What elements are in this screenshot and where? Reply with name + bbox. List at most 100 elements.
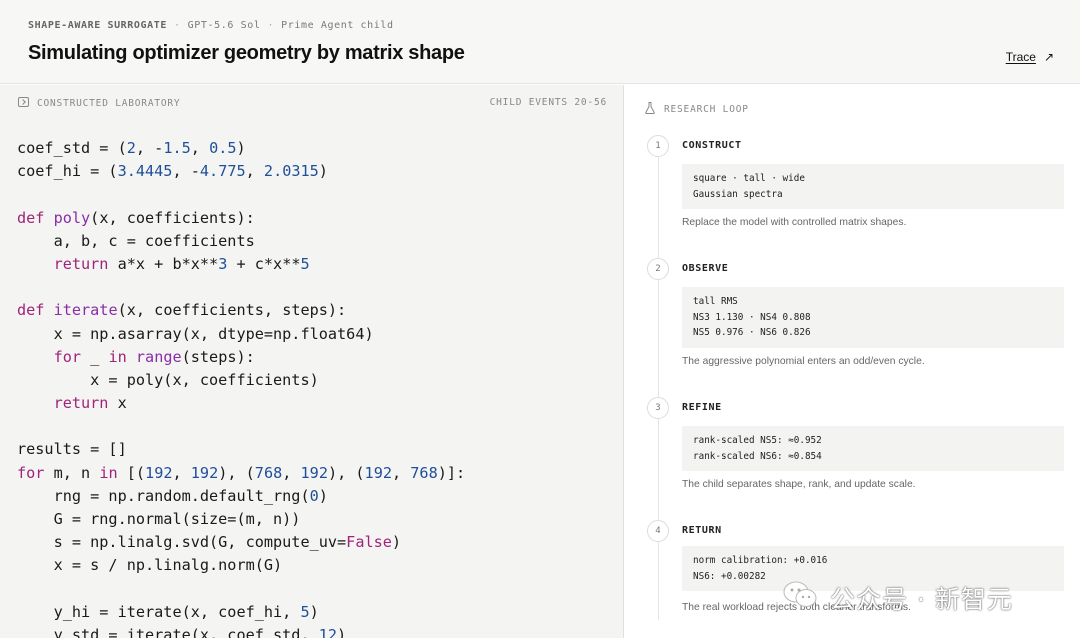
code-token: for <box>53 347 82 366</box>
code-line: rng = np.random.default_rng(0) <box>17 485 465 508</box>
flask-icon <box>645 102 655 114</box>
code-line: a, b, c = coefficients <box>17 230 465 253</box>
code-token: _ <box>81 347 109 366</box>
code-token: 0.5 <box>209 139 237 157</box>
terminal-icon <box>18 97 29 107</box>
step-description: The child separates shape, rank, and upd… <box>682 479 916 490</box>
code-token: x = s / np.linalg.norm(G) <box>17 556 283 575</box>
code-line: y_std = iterate(x, coef_std, 12) <box>17 624 465 638</box>
code-token: 3.4445 <box>117 162 173 181</box>
code-token: 12 <box>318 625 338 638</box>
code-token: , <box>391 463 411 482</box>
code-line: return x <box>17 392 465 415</box>
code-token: for <box>17 463 45 482</box>
code-token: 192 <box>190 463 219 482</box>
code-line: s = np.linalg.svd(G, compute_uv=False) <box>17 531 465 554</box>
code-token: )]: <box>437 463 466 482</box>
step-title: REFINE <box>682 402 722 413</box>
code-token: (x, coefficients): <box>90 208 255 227</box>
step-description: Replace the model with controlled matrix… <box>682 217 907 228</box>
code-token: results = [] <box>17 440 127 459</box>
code-token: range <box>135 347 182 366</box>
step-output-box: tall RMS NS3 1.130 · NS4 0.808 NS5 0.976… <box>682 287 1064 348</box>
code-token: 5 <box>300 602 310 621</box>
code-token: a, b, c = coefficients <box>17 231 255 250</box>
code-token: coef_hi = ( <box>17 162 118 181</box>
code-token: rng = np.random.default_rng( <box>17 486 310 505</box>
breadcrumb-project[interactable]: SHAPE-AWARE SURROGATE <box>28 20 167 31</box>
code-token: poly <box>53 208 91 227</box>
breadcrumb-agent[interactable]: Prime Agent child <box>281 20 394 31</box>
breadcrumb-separator: · <box>174 20 181 31</box>
code-token: coef_std = ( <box>17 139 127 157</box>
code-line: for m, n in [(192, 192), (768, 192), (19… <box>17 462 465 485</box>
step-number: 4 <box>647 520 669 542</box>
code-token: 768 <box>254 463 283 482</box>
step-title: OBSERVE <box>682 263 729 274</box>
child-events-label: CHILD EVENTS 20-56 <box>489 97 607 108</box>
breadcrumb-separator: · <box>267 20 275 31</box>
code-token: ) <box>309 602 319 621</box>
step-number: 3 <box>647 397 669 419</box>
code-line: return a*x + b*x**3 + c*x**5 <box>17 253 465 276</box>
code-token: (steps): <box>181 347 255 366</box>
external-arrow-icon: ↗ <box>1043 50 1054 64</box>
code-line: y_hi = iterate(x, coef_hi, 5) <box>17 601 465 624</box>
code-line: results = [] <box>17 438 465 461</box>
code-token: [( <box>117 463 146 482</box>
code-line: for _ in range(steps): <box>17 346 465 369</box>
research-loop-label: RESEARCH LOOP <box>664 104 749 115</box>
code-token: in <box>99 463 118 482</box>
code-token: x <box>108 394 127 413</box>
code-line: G = rng.normal(size=(m, n)) <box>17 508 465 531</box>
code-token: return <box>53 254 109 273</box>
code-token: , <box>282 463 301 482</box>
code-token: 192 <box>145 463 173 482</box>
code-token: ) <box>318 486 328 505</box>
code-line: coef_hi = (3.4445, -4.775, 2.0315) <box>17 160 465 183</box>
breadcrumb-model[interactable]: GPT-5.6 Sol <box>188 20 261 31</box>
code-line: def iterate(x, coefficients, steps): <box>17 299 465 322</box>
code-token: , - <box>135 139 164 157</box>
code-panel-label: CONSTRUCTED LABORATORY <box>37 98 181 109</box>
step-title: RETURN <box>682 525 722 536</box>
code-token: ), ( <box>218 463 255 482</box>
code-token: x = poly(x, coefficients) <box>17 370 319 389</box>
code-token: False <box>346 533 392 552</box>
step-output-box: rank-scaled NS5: ≈0.952 rank-scaled NS6:… <box>682 426 1064 471</box>
code-token: in <box>108 347 127 366</box>
code-line: coef_std = (2, -1.5, 0.5) <box>17 137 465 160</box>
code-token: 4.775 <box>199 162 246 181</box>
code-token: 192 <box>300 463 328 482</box>
trace-link-label: Trace <box>1005 50 1036 64</box>
code-token: 768 <box>410 463 438 482</box>
code-line: x = np.asarray(x, dtype=np.float64) <box>17 323 465 346</box>
code-token: ) <box>318 162 328 181</box>
code-token: y_std = iterate(x, coef_std, <box>17 625 319 638</box>
code-token: iterate <box>53 301 118 320</box>
code-line: x = s / np.linalg.norm(G) <box>17 554 465 577</box>
step-number: 2 <box>647 258 669 280</box>
code-token: x = np.asarray(x, dtype=np.float64) <box>17 324 374 343</box>
code-token: a*x + b*x** <box>108 254 219 273</box>
code-token: 192 <box>364 463 392 482</box>
research-loop-header: RESEARCH LOOP <box>645 102 749 115</box>
code-token: ) <box>236 139 246 157</box>
code-panel: CONSTRUCTED LABORATORY CHILD EVENTS 20-5… <box>0 85 624 638</box>
code-token: 1.5 <box>163 139 191 157</box>
code-token: 0 <box>309 486 319 505</box>
step-number: 1 <box>647 135 669 157</box>
trace-link[interactable]: Trace ↗ <box>1006 50 1054 64</box>
code-token: + c*x** <box>227 254 301 273</box>
code-token: s = np.linalg.svd(G, compute_uv= <box>17 533 347 552</box>
code-token: G = rng.normal(size=(m, n)) <box>17 510 301 528</box>
code-block[interactable]: coef_std = (2, -1.5, 0.5) coef_hi = (3.44… <box>17 137 465 638</box>
code-token: (x, coefficients, steps): <box>117 301 347 320</box>
